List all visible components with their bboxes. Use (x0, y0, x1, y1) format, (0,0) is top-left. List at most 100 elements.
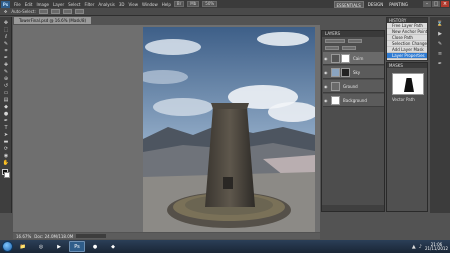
eye-icon[interactable]: ◉ (324, 84, 329, 89)
shape-icon[interactable]: ▬ (2, 139, 10, 145)
system-tray: ▲ ♪ 21:06 21/11/2012 (412, 240, 448, 253)
pen-icon[interactable]: ✒ (2, 118, 10, 124)
zoom-level-select[interactable]: 50% (202, 1, 218, 7)
channels-dock-icon[interactable]: ≡ (434, 51, 446, 58)
windows-taskbar: 📁 ◎ ▶ Ps ● ◆ ▲ ♪ 21:06 21/11/2012 (0, 240, 450, 253)
brush-dock-icon[interactable]: ✎ (434, 41, 446, 48)
eraser-icon[interactable]: ▭ (2, 90, 10, 96)
actions-dock-icon[interactable]: ▶ (434, 31, 446, 38)
layer-row-cairn[interactable]: ◉ Cairn (323, 52, 384, 65)
document-tab[interactable]: TowerFinal.psd @ 16.6% (Mask/8) (14, 17, 92, 24)
layer-row-sky[interactable]: ◉ Sky (323, 66, 384, 79)
layer-mask-thumbnail[interactable] (341, 67, 350, 77)
crop-icon[interactable]: ⌗ (2, 48, 10, 54)
hand-icon[interactable]: ✋ (2, 160, 10, 166)
document-canvas-image[interactable] (143, 27, 315, 232)
workspace-painting[interactable]: PAINTING (387, 1, 410, 8)
photoshop-taskbar-icon[interactable]: Ps (69, 241, 85, 252)
history-item-active[interactable]: Layer Properties (387, 53, 427, 59)
eye-icon[interactable]: ◉ (324, 70, 329, 75)
minibridge-button[interactable]: Mb (187, 1, 200, 7)
menu-window[interactable]: Window (142, 2, 158, 7)
layer-thumbnail (331, 81, 340, 91)
eyedropper-icon[interactable]: ✒ (2, 55, 10, 61)
menu-edit[interactable]: Edit (25, 2, 33, 7)
masks-panel-title[interactable]: MASKS (387, 63, 427, 68)
zoom-readout[interactable]: 16.67% (16, 234, 31, 239)
lock-buttons[interactable] (325, 45, 339, 50)
network-icon[interactable]: ▲ (412, 244, 416, 250)
mask-preview (392, 73, 424, 95)
distribute-buttons[interactable] (74, 9, 84, 14)
workspace-design[interactable]: DESIGN (366, 1, 385, 8)
align-buttons[interactable] (62, 9, 72, 14)
menu-file[interactable]: File (14, 2, 21, 7)
app-taskbar-icon[interactable]: ● (87, 241, 103, 252)
workspace-essentials[interactable]: ESSENTIALS (333, 0, 364, 8)
auto-select-dropdown[interactable] (38, 9, 48, 14)
menu-help[interactable]: Help (162, 2, 171, 7)
clone-icon[interactable]: ⊕ (2, 76, 10, 82)
quick-select-icon[interactable]: ✎ (2, 41, 10, 47)
photoshop-window: Ps File Edit Image Layer Select Filter A… (0, 0, 450, 253)
blur-icon[interactable]: ◆ (2, 104, 10, 110)
browser-taskbar-icon[interactable]: ◎ (33, 241, 49, 252)
menu-bar: Ps File Edit Image Layer Select Filter A… (0, 0, 450, 8)
eye-icon[interactable]: ◉ (324, 98, 329, 103)
fill-field[interactable] (342, 45, 356, 50)
layer-row-background[interactable]: ◉ Background (323, 94, 384, 107)
close-icon[interactable]: × (441, 1, 449, 7)
tools-panel: ✥ ⬚ ℓ ✎ ⌗ ✒ ✚ ✎ ⊕ ↺ ▭ ▤ ◆ ● ✒ T ➤ ▬ ⟳ ◉ … (0, 17, 12, 213)
menu-filter[interactable]: Filter (84, 2, 94, 7)
move-icon[interactable]: ✥ (2, 20, 10, 26)
volume-icon[interactable]: ♪ (419, 244, 422, 250)
eye-icon[interactable]: ◉ (324, 56, 329, 61)
blend-mode-row (322, 37, 384, 44)
dodge-icon[interactable]: ● (2, 111, 10, 117)
menu-view[interactable]: View (129, 2, 139, 7)
canvas-area[interactable] (13, 25, 320, 232)
history-brush-icon[interactable]: ↺ (2, 83, 10, 89)
gradient-icon[interactable]: ▤ (2, 97, 10, 103)
menu-image[interactable]: Image (36, 2, 49, 7)
blend-mode-select[interactable] (325, 38, 345, 43)
brush-icon[interactable]: ✎ (2, 69, 10, 75)
app2-taskbar-icon[interactable]: ◆ (105, 241, 121, 252)
transform-controls-checkbox[interactable] (50, 9, 60, 14)
menu-select[interactable]: Select (68, 2, 80, 7)
media-taskbar-icon[interactable]: ▶ (51, 241, 67, 252)
healing-icon[interactable]: ✚ (2, 62, 10, 68)
3d-camera-icon[interactable]: ◉ (2, 153, 10, 159)
menu-layer[interactable]: Layer (53, 2, 64, 7)
explorer-taskbar-icon[interactable]: 📁 (15, 241, 31, 252)
mask-shape (404, 78, 414, 92)
type-icon[interactable]: T (2, 125, 10, 131)
layers-panel-footer[interactable] (322, 205, 384, 211)
3d-rotate-icon[interactable]: ⟳ (2, 146, 10, 152)
photoshop-logo-icon: Ps (1, 0, 10, 8)
lasso-icon[interactable]: ℓ (2, 34, 10, 40)
history-dock-icon[interactable]: ⌛ (434, 21, 446, 28)
status-bar: 16.67% Doc: 24.0M/118.0M (13, 233, 320, 239)
move-tool-option-icon[interactable]: ✥ (4, 9, 7, 14)
menu-3d[interactable]: 3D (119, 2, 125, 7)
path-select-icon[interactable]: ➤ (2, 132, 10, 138)
marquee-icon[interactable]: ⬚ (2, 27, 10, 33)
maximize-icon[interactable]: □ (432, 1, 440, 7)
window-controls: – □ × (423, 0, 449, 8)
opacity-field[interactable] (348, 38, 362, 43)
paths-dock-icon[interactable]: ✒ (434, 61, 446, 68)
layer-row-ground[interactable]: ◉ Ground (323, 80, 384, 93)
layer-name: Ground (343, 83, 358, 89)
menu-analysis[interactable]: Analysis (98, 2, 114, 7)
horizontal-scrollbar[interactable] (76, 234, 107, 238)
bridge-button[interactable]: Br (173, 1, 185, 7)
background-color-swatch[interactable] (4, 172, 10, 178)
layer-thumbnail (331, 95, 340, 105)
layer-mask-thumbnail[interactable] (341, 53, 350, 63)
clock[interactable]: 21:06 21/11/2012 (425, 242, 448, 251)
minimize-icon[interactable]: – (423, 1, 431, 7)
start-button[interactable] (2, 241, 13, 252)
vector-path-label: Vector Path (392, 97, 415, 102)
layer-name: Background (343, 97, 367, 103)
